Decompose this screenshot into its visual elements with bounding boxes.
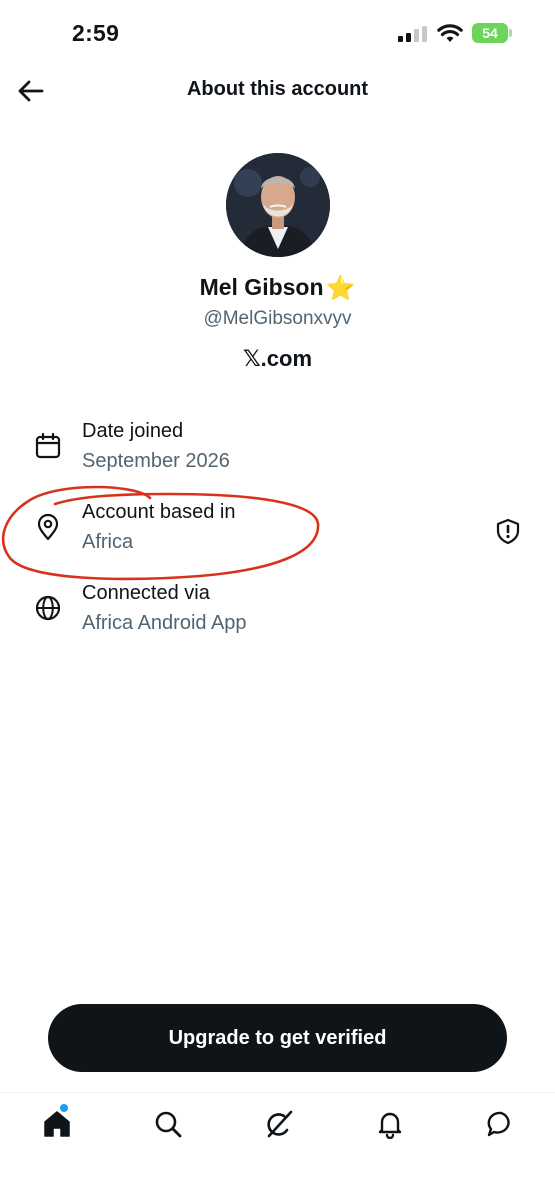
wifi-icon <box>437 24 463 42</box>
date-joined-value: September 2026 <box>82 450 230 472</box>
connected-via-row: Connected via Africa Android App <box>0 582 555 648</box>
bottom-tab-bar <box>0 1092 555 1200</box>
globe-icon <box>35 595 61 621</box>
battery-indicator: 54 <box>472 23 512 43</box>
battery-cap <box>509 29 512 37</box>
calendar-icon <box>35 432 61 459</box>
shield-icon[interactable] <box>494 517 522 545</box>
signal-icon <box>398 26 427 42</box>
star-icon: ⭐ <box>325 275 356 302</box>
bell-icon[interactable] <box>375 1109 405 1139</box>
account-based-in-value: Africa <box>82 531 134 553</box>
search-icon[interactable] <box>153 1109 183 1139</box>
avatar[interactable] <box>226 153 330 257</box>
account-based-in-row: Account based in Africa <box>0 501 555 567</box>
date-joined-label: Date joined <box>82 420 184 442</box>
connected-via-label: Connected via <box>82 582 210 604</box>
status-time: 2:59 <box>72 20 120 46</box>
battery-level: 54 <box>472 23 508 43</box>
date-joined-row: Date joined September 2026 <box>0 420 555 486</box>
page-title: About this account <box>186 78 369 100</box>
location-pin-icon <box>37 513 59 541</box>
upgrade-button[interactable]: Upgrade to get verified <box>48 1004 507 1072</box>
profile-handle: @MelGibsonxvyv <box>203 308 352 329</box>
home-notification-dot <box>60 1104 68 1112</box>
home-icon[interactable] <box>42 1109 72 1139</box>
account-based-in-label: Account based in <box>82 501 236 523</box>
status-bar: 2:59 54 <box>0 0 555 66</box>
x-com-link[interactable]: 𝕏.com <box>0 346 555 372</box>
connected-via-value: Africa Android App <box>82 612 247 634</box>
profile-name-row: Mel Gibson⭐ <box>0 274 555 303</box>
page-header: About this account <box>0 66 555 114</box>
profile-name: Mel Gibson <box>199 274 324 300</box>
messages-icon[interactable] <box>486 1109 516 1139</box>
grok-icon[interactable] <box>264 1109 294 1139</box>
avatar-photo <box>226 153 330 257</box>
